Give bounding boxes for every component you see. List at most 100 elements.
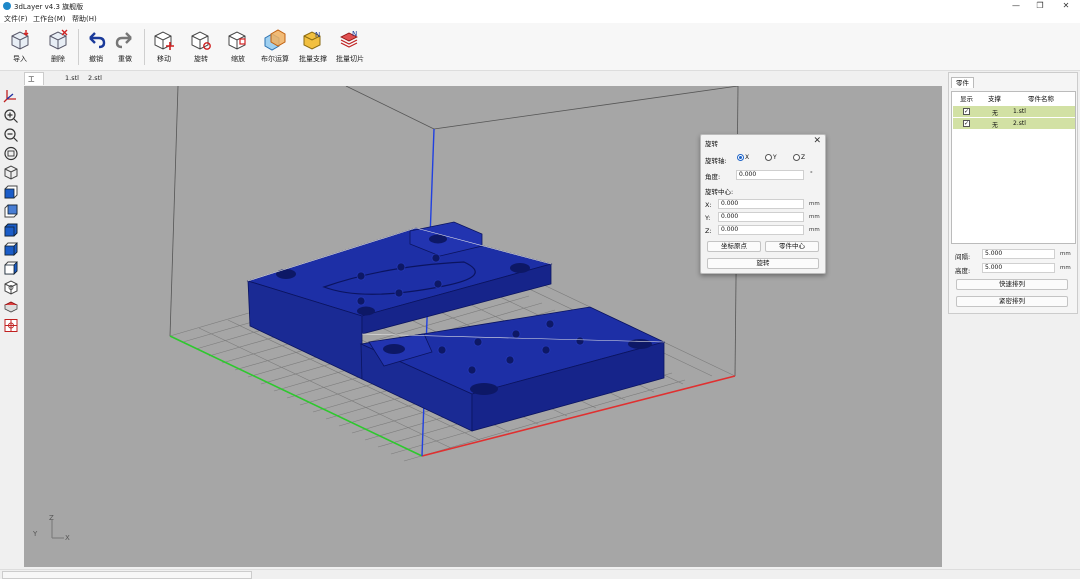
- toolbar-separator: [144, 29, 145, 65]
- import-icon: [11, 30, 29, 50]
- bottom-view-icon[interactable]: [3, 280, 19, 295]
- angle-unit: °: [810, 171, 813, 177]
- move-label: 移动: [157, 55, 171, 63]
- spacing-input[interactable]: 5.000: [982, 249, 1055, 259]
- scale-label: 缩放: [231, 55, 245, 63]
- import-label: 导入: [13, 55, 27, 63]
- close-icon[interactable]: ✕: [813, 136, 821, 146]
- back-view-icon[interactable]: [3, 204, 19, 219]
- axis-y-radio[interactable]: Y: [765, 154, 777, 161]
- spacing-unit: mm: [1060, 251, 1071, 257]
- scale-button[interactable]: 缩放: [221, 27, 255, 69]
- delete-icon: [49, 29, 68, 50]
- quick-arrange-button[interactable]: 快速排列: [956, 279, 1068, 290]
- zoom-out-icon[interactable]: [3, 127, 19, 142]
- batch-support-label: 批量支撑: [299, 55, 327, 63]
- y-label: Y:: [705, 214, 711, 222]
- tab-workbench[interactable]: 工作台 280: [24, 72, 45, 122]
- boolean-button[interactable]: 布尔运算: [258, 27, 292, 69]
- zoom-in-icon[interactable]: [3, 108, 19, 123]
- view-toolbar: [0, 86, 22, 356]
- section-view-icon[interactable]: [3, 299, 19, 314]
- angle-input[interactable]: 0.000: [736, 170, 804, 180]
- boolean-label: 布尔运算: [261, 55, 289, 63]
- svg-text:N: N: [352, 30, 357, 38]
- batch-support-button[interactable]: N 批量支撑: [296, 27, 330, 69]
- rotate-dialog-title: 旋转: [705, 140, 718, 148]
- toolbar: 导入 删除 撤销 重做 移动 旋转 缩放 布尔运算 N 批量支撑 N 批量切片: [0, 23, 1080, 71]
- undo-icon: [89, 32, 106, 49]
- part-name-cell: 2.stl: [1013, 120, 1026, 127]
- show-checkbox[interactable]: ✓: [963, 108, 970, 115]
- triad-x-label: X: [65, 534, 70, 542]
- batch-support-icon: N: [303, 31, 321, 50]
- triad-z-label: Z: [49, 514, 54, 522]
- table-row[interactable]: ✓ 无 1.stl: [953, 106, 1075, 117]
- import-button[interactable]: 导入: [3, 27, 37, 69]
- rotate-apply-button[interactable]: 旋转: [707, 258, 819, 269]
- height-label: 高度:: [955, 267, 971, 275]
- show-checkbox[interactable]: ✓: [963, 120, 970, 127]
- iso-view-icon[interactable]: [3, 165, 19, 180]
- title-bar: 3dLayer v4.3 旗舰版 — ❐ ✕: [0, 0, 1080, 12]
- column-header-name: 零件名称: [1028, 95, 1054, 103]
- rotate-dialog: 旋转 ✕ 旋转轴: X Y Z 角度: 0.000 ° 旋转中心: X: 0.0…: [700, 134, 826, 274]
- part-2-model: [359, 306, 666, 432]
- support-cell: 无: [992, 122, 999, 129]
- minimize-icon[interactable]: —: [1006, 1, 1026, 11]
- axis-x-radio[interactable]: X: [737, 154, 749, 161]
- window-title: 3dLayer v4.3 旗舰版: [14, 3, 84, 11]
- rotate-button[interactable]: 旋转: [184, 27, 218, 69]
- boolean-icon: [264, 29, 286, 51]
- tab-parts[interactable]: 零件: [951, 77, 974, 88]
- center-view-icon[interactable]: [3, 318, 19, 333]
- x-unit: mm: [809, 201, 820, 207]
- triad-y-label: Y: [32, 530, 38, 538]
- center-x-input[interactable]: 0.000: [718, 199, 804, 209]
- batch-slice-label: 批量切片: [336, 55, 364, 63]
- axis-z-radio[interactable]: Z: [793, 154, 805, 161]
- y-unit: mm: [809, 214, 820, 220]
- column-header-show: 显示: [960, 95, 973, 103]
- status-segment: [2, 571, 252, 579]
- table-row[interactable]: ✓ 无 2.stl: [953, 118, 1075, 129]
- z-unit: mm: [809, 227, 820, 233]
- spacing-label: 间隔:: [955, 253, 971, 261]
- height-unit: mm: [1060, 265, 1071, 271]
- parts-panel: 零件 显示 支撑 零件名称 ✓ 无 1.stl ✓ 无 2.stl 间隔: 5.…: [948, 72, 1078, 314]
- tab-2-stl[interactable]: 2.stl: [85, 72, 105, 85]
- left-view-icon[interactable]: [3, 223, 19, 238]
- angle-label: 角度:: [705, 173, 721, 181]
- support-cell: 无: [992, 110, 999, 117]
- status-bar: [0, 569, 1080, 579]
- redo-button[interactable]: 重做: [108, 27, 142, 69]
- scale-icon: [228, 31, 246, 50]
- svg-text:N: N: [315, 31, 320, 39]
- rotate-icon: [191, 31, 211, 50]
- zoom-fit-icon[interactable]: [3, 146, 19, 161]
- top-view-icon[interactable]: [3, 261, 19, 276]
- tab-1-stl[interactable]: 1.stl: [62, 72, 82, 85]
- part-center-button[interactable]: 零件中心: [765, 241, 819, 252]
- rotate-axis-label: 旋转轴:: [705, 157, 727, 165]
- column-header-support: 支撑: [988, 95, 1001, 103]
- close-icon[interactable]: ✕: [1056, 1, 1076, 11]
- right-view-icon[interactable]: [3, 242, 19, 257]
- delete-button[interactable]: 删除: [41, 27, 75, 69]
- center-z-input[interactable]: 0.000: [718, 225, 804, 235]
- z-label: Z:: [705, 227, 712, 235]
- front-view-icon[interactable]: [3, 185, 19, 200]
- part-name-cell: 1.stl: [1013, 108, 1026, 115]
- maximize-icon[interactable]: ❐: [1030, 1, 1050, 11]
- tight-arrange-button[interactable]: 紧密排列: [956, 296, 1068, 307]
- height-input[interactable]: 5.000: [982, 263, 1055, 273]
- center-y-input[interactable]: 0.000: [718, 212, 804, 222]
- x-label: X:: [705, 201, 712, 209]
- move-button[interactable]: 移动: [147, 27, 181, 69]
- coordinate-origin-button[interactable]: 坐标原点: [707, 241, 761, 252]
- batch-slice-button[interactable]: N 批量切片: [333, 27, 367, 69]
- redo-icon: [115, 32, 132, 49]
- parts-table: 显示 支撑 零件名称 ✓ 无 1.stl ✓ 无 2.stl: [951, 91, 1076, 244]
- delete-label: 删除: [51, 55, 65, 63]
- axes-view-icon[interactable]: [3, 88, 19, 103]
